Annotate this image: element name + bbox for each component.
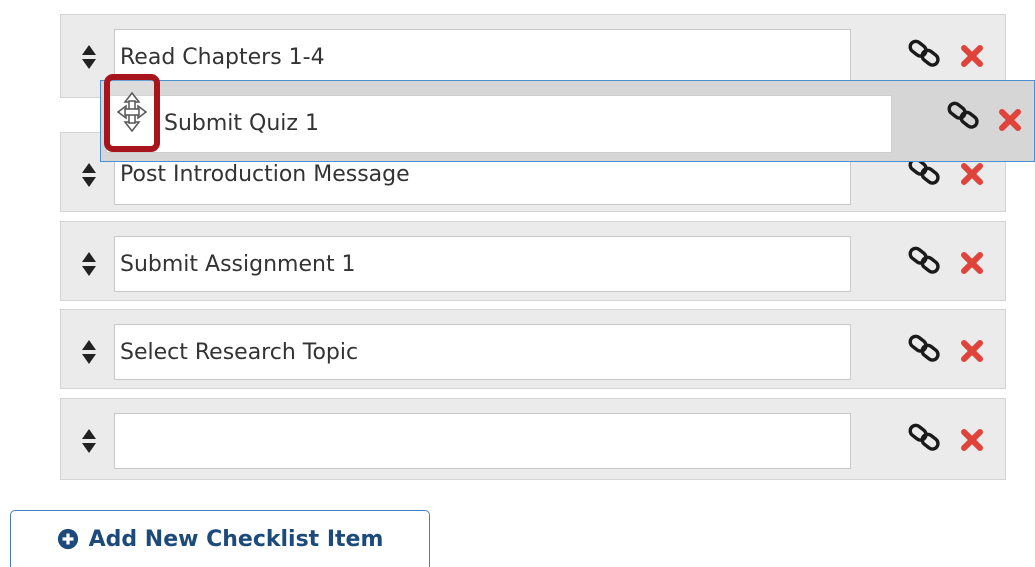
- dragging-item-input[interactable]: Submit Quiz 1: [106, 95, 892, 153]
- close-icon[interactable]: [997, 107, 1023, 133]
- move-cursor-highlight: [104, 74, 160, 152]
- checklist-item-input[interactable]: Submit Assignment 1: [114, 236, 851, 292]
- checklist-row: Submit Assignment 1: [60, 221, 1006, 301]
- dragging-checklist-row[interactable]: Submit Quiz 1: [100, 80, 1035, 162]
- add-new-checklist-item-button[interactable]: Add New Checklist Item: [10, 510, 430, 567]
- add-button-label: Add New Checklist Item: [88, 526, 384, 552]
- link-icon[interactable]: [908, 246, 942, 276]
- move-icon: [116, 91, 148, 133]
- link-icon[interactable]: [908, 423, 942, 453]
- link-icon[interactable]: [908, 39, 942, 69]
- checklist-row: Select Research Topic: [60, 309, 1006, 389]
- close-icon[interactable]: [959, 161, 985, 187]
- sort-arrows-icon[interactable]: [81, 338, 97, 366]
- close-icon[interactable]: [959, 427, 985, 453]
- checklist-item-input[interactable]: Select Research Topic: [114, 324, 851, 380]
- link-icon[interactable]: [908, 334, 942, 364]
- checklist-row: [60, 398, 1006, 480]
- checklist-item-input[interactable]: Read Chapters 1-4: [114, 29, 851, 85]
- close-icon[interactable]: [959, 250, 985, 276]
- checklist-editor: Read Chapters 1-4 Post Introduction Mess…: [0, 0, 1035, 567]
- plus-circle-icon: [57, 528, 78, 550]
- sort-arrows-icon[interactable]: [81, 427, 97, 455]
- link-icon[interactable]: [947, 101, 981, 131]
- sort-arrows-icon[interactable]: [81, 161, 97, 189]
- sort-arrows-icon[interactable]: [81, 43, 97, 71]
- close-icon[interactable]: [959, 43, 985, 69]
- checklist-item-input[interactable]: [114, 413, 851, 469]
- sort-arrows-icon[interactable]: [81, 250, 97, 278]
- checklist-item-text: Post Introduction Message: [120, 162, 410, 187]
- close-icon[interactable]: [959, 338, 985, 364]
